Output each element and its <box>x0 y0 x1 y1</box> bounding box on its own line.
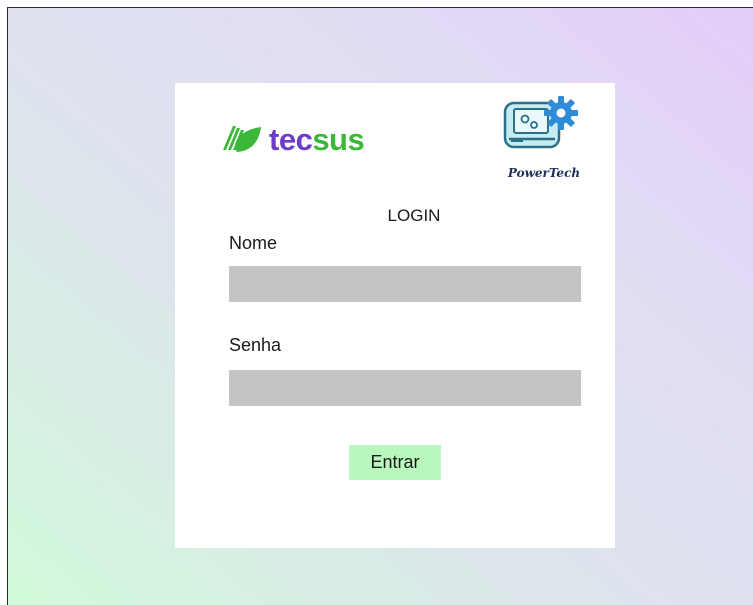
tecsus-wordmark-part-b: sus <box>312 121 365 157</box>
login-card: tecsus PowerTech LOGIN Nome Senha Entrar <box>175 83 615 548</box>
tecsus-wordmark-part-a: tec <box>269 121 313 157</box>
nome-label: Nome <box>229 233 278 253</box>
tecsus-logo: tecsus <box>221 121 365 157</box>
nome-input[interactable] <box>229 266 581 302</box>
entrar-button[interactable]: Entrar <box>349 445 441 480</box>
leaf-stripes-icon <box>223 126 261 152</box>
page-title: LOGIN <box>387 206 441 225</box>
senha-label: Senha <box>229 335 282 355</box>
laptop-gears-icon <box>503 96 578 149</box>
powertech-wordmark: PowerTech <box>507 166 581 180</box>
powertech-logo: PowerTech <box>503 95 585 185</box>
page-background: tecsus PowerTech LOGIN Nome Senha Entrar <box>7 7 753 605</box>
tecsus-wordmark: tecsus <box>269 121 365 157</box>
senha-input[interactable] <box>229 370 581 406</box>
